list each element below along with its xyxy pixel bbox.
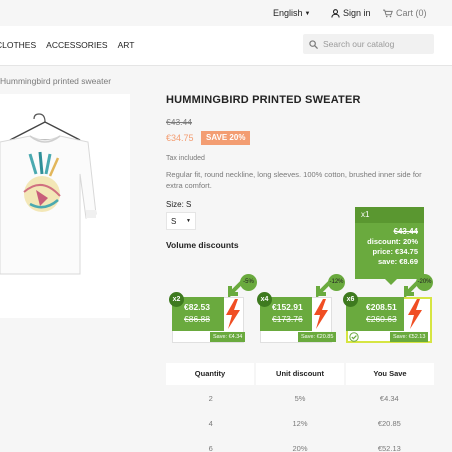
percent-badge: -5% bbox=[228, 274, 258, 299]
check-circle-icon bbox=[349, 332, 359, 342]
cart-label: Cart (0) bbox=[396, 8, 427, 18]
breadcrumb[interactable]: Hummingbird printed sweater bbox=[0, 76, 111, 86]
nav-item-art[interactable]: ART bbox=[118, 40, 135, 50]
sign-in-link[interactable]: Sign in bbox=[331, 8, 371, 18]
lightning-icon bbox=[226, 299, 240, 329]
percent-badge: -20% bbox=[404, 274, 434, 299]
card-save-label: Save: €4.34 bbox=[210, 332, 246, 342]
nav-item-accessories[interactable]: ACCESSORIES bbox=[46, 40, 107, 50]
table-cell: 20% bbox=[292, 444, 308, 452]
product-description: Regular fit, round neckline, long sleeve… bbox=[166, 170, 422, 190]
table-cell: €52.13 bbox=[377, 444, 401, 452]
card-price: €208.51 bbox=[366, 302, 397, 312]
table-cell: €20.85 bbox=[377, 419, 401, 428]
table-cell: 4 bbox=[208, 419, 213, 428]
card-qty-badge: x4 bbox=[257, 292, 272, 307]
percent-label: -20% bbox=[416, 274, 433, 291]
lightning-icon bbox=[408, 299, 422, 329]
search-input[interactable]: Search our catalog bbox=[303, 34, 434, 54]
product-title: HUMMINGBIRD PRINTED SWEATER bbox=[166, 94, 361, 106]
table-cell: 5% bbox=[294, 394, 306, 403]
card-qty-badge: x2 bbox=[169, 292, 184, 307]
discount-badge: SAVE 20% bbox=[201, 131, 251, 145]
card-save-label: Save: €52.13 bbox=[390, 332, 429, 342]
product-image[interactable] bbox=[0, 94, 130, 318]
table-row: 6 20% €52.13 bbox=[166, 438, 434, 452]
card-qty-badge: x6 bbox=[343, 292, 358, 307]
volume-discounts-title: Volume discounts bbox=[166, 240, 239, 250]
volume-tooltip: x1 €43.44 discount: 20% price: €34.75 sa… bbox=[355, 207, 424, 285]
size-value: S bbox=[171, 216, 177, 226]
table-row: 2 5% €4.34 bbox=[166, 388, 434, 410]
table-header: Quantity bbox=[166, 363, 254, 385]
volume-discount-table: Quantity Unit discount You Save 2 5% €4.… bbox=[166, 363, 434, 452]
nav-item-clothes[interactable]: CLOTHES bbox=[0, 40, 36, 50]
sweater-image bbox=[0, 113, 97, 275]
table-cell: 6 bbox=[208, 444, 213, 452]
lightning-icon bbox=[314, 299, 328, 329]
caret-down-icon: ▼ bbox=[186, 218, 191, 224]
language-selector[interactable]: English ▼ bbox=[273, 8, 310, 18]
search-icon bbox=[309, 39, 318, 49]
table-cell: 12% bbox=[292, 419, 308, 428]
percent-badge: -12% bbox=[316, 274, 346, 299]
cart-link[interactable]: Cart (0) bbox=[383, 8, 427, 18]
tooltip-qty: x1 bbox=[355, 207, 424, 223]
header: CLOTHES ACCESSORIES ART Search our catal… bbox=[0, 26, 452, 66]
card-old-price: €173.76 bbox=[272, 314, 303, 324]
tooltip-discount: discount: 20% bbox=[367, 237, 418, 246]
card-old-price: €86.88 bbox=[184, 314, 210, 324]
tooltip-old-price: €43.44 bbox=[393, 227, 418, 236]
sign-in-label: Sign in bbox=[343, 8, 371, 18]
language-label: English bbox=[273, 8, 303, 18]
regular-price: €43.44 bbox=[166, 117, 192, 127]
main-nav: CLOTHES ACCESSORIES ART bbox=[0, 40, 134, 50]
table-row: 4 12% €20.85 bbox=[166, 413, 434, 435]
card-price: €152.91 bbox=[272, 302, 303, 312]
cart-icon bbox=[383, 9, 393, 17]
size-select[interactable]: S ▼ bbox=[166, 212, 196, 230]
user-icon bbox=[331, 8, 340, 18]
top-bar: English ▼ Sign in Cart (0) bbox=[0, 0, 452, 26]
current-price: €34.75 bbox=[166, 133, 194, 143]
size-label: Size: S bbox=[166, 200, 192, 209]
tooltip-arrow bbox=[385, 279, 397, 285]
table-header: You Save bbox=[346, 363, 434, 385]
table-cell: 2 bbox=[208, 394, 213, 403]
card-save-label: Save: €20.85 bbox=[298, 332, 337, 342]
card-price: €82.53 bbox=[184, 302, 210, 312]
table-header-row: Quantity Unit discount You Save bbox=[166, 363, 434, 385]
table-header: Unit discount bbox=[256, 363, 344, 385]
table-cell: €4.34 bbox=[379, 394, 399, 403]
card-old-price: €260.63 bbox=[366, 314, 397, 324]
caret-down-icon: ▼ bbox=[304, 11, 311, 17]
tax-label: Tax included bbox=[166, 155, 205, 162]
tooltip-save: save: €8.69 bbox=[377, 257, 418, 266]
search-placeholder: Search our catalog bbox=[323, 39, 395, 49]
tooltip-price: price: €34.75 bbox=[372, 247, 418, 256]
percent-label: -5% bbox=[240, 274, 257, 291]
percent-label: -12% bbox=[328, 274, 345, 291]
